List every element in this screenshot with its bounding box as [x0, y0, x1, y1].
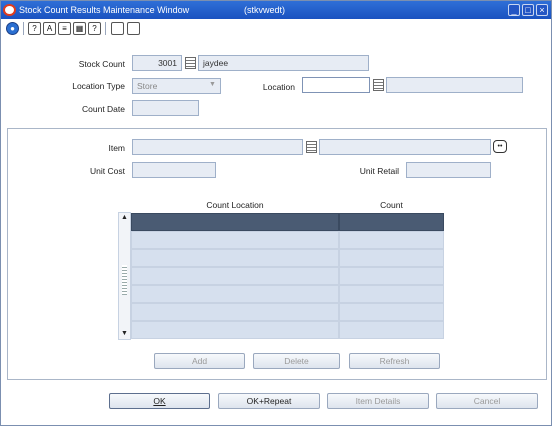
- item-desc-field: [319, 139, 491, 155]
- table-row[interactable]: [131, 285, 444, 303]
- count-cell[interactable]: [339, 285, 444, 303]
- location-type-label: Location Type: [72, 81, 125, 91]
- close-icon[interactable]: ×: [536, 4, 548, 16]
- refresh-button[interactable]: Refresh: [349, 353, 440, 369]
- stock-count-results-window: Stock Count Results Maintenance Window (…: [0, 0, 552, 426]
- count-location-cell[interactable]: [131, 249, 339, 267]
- location-lov-icon[interactable]: [373, 79, 384, 91]
- column-header-count-location: Count Location: [206, 200, 264, 210]
- ok-repeat-button-label: OK+Repeat: [246, 396, 292, 406]
- unit-retail-field: [406, 162, 491, 178]
- count-location-cell[interactable]: [131, 213, 339, 231]
- stock-count-label: Stock Count: [78, 59, 125, 69]
- minimize-icon[interactable]: _: [508, 4, 520, 16]
- stock-count-field[interactable]: 3001: [132, 55, 182, 71]
- item-details-button[interactable]: Item Details: [327, 393, 429, 409]
- item-field[interactable]: [132, 139, 303, 155]
- delete-button[interactable]: Delete: [253, 353, 340, 369]
- ok-button[interactable]: OK: [109, 393, 210, 409]
- scroll-grip[interactable]: [122, 265, 127, 295]
- maximize-icon[interactable]: □: [522, 4, 534, 16]
- table-row[interactable]: [131, 249, 444, 267]
- add-button[interactable]: Add: [154, 353, 245, 369]
- count-location-cell[interactable]: [131, 321, 339, 339]
- count-cell[interactable]: [339, 303, 444, 321]
- add-button-label: Add: [191, 356, 208, 366]
- ok-button-label: OK: [153, 396, 166, 406]
- count-cell[interactable]: [339, 267, 444, 285]
- count-cell[interactable]: [339, 213, 444, 231]
- ok-repeat-button[interactable]: OK+Repeat: [218, 393, 320, 409]
- title-bar[interactable]: Stock Count Results Maintenance Window (…: [1, 1, 551, 19]
- count-location-cell[interactable]: [131, 267, 339, 285]
- refresh-button-label: Refresh: [379, 356, 410, 366]
- item-lov-icon[interactable]: [306, 141, 317, 153]
- item-label: Item: [108, 143, 125, 153]
- location-desc-field: [386, 77, 523, 93]
- toolbar: ● ? A ≡ ▦ ?: [1, 19, 551, 38]
- window-title: Stock Count Results Maintenance Window: [19, 5, 190, 15]
- table-row[interactable]: [131, 231, 444, 249]
- comment-icon[interactable]: ••: [493, 140, 507, 153]
- window-id: (stkvwedt): [244, 5, 286, 15]
- item-details-button-label: Item Details: [355, 396, 401, 406]
- location-field[interactable]: [302, 77, 370, 93]
- table-row[interactable]: [131, 303, 444, 321]
- stock-count-lov-icon[interactable]: [185, 57, 196, 69]
- grid-scrollbar[interactable]: ▲ ▼: [118, 212, 131, 340]
- calendar-icon[interactable]: ▦: [73, 22, 86, 35]
- count-cell[interactable]: [339, 249, 444, 267]
- unit-cost-field: [132, 162, 216, 178]
- unit-cost-label: Unit Cost: [90, 166, 125, 176]
- help-icon[interactable]: ?: [28, 22, 41, 35]
- delete-button-label: Delete: [284, 356, 309, 366]
- cancel-button[interactable]: Cancel: [436, 393, 538, 409]
- count-location-cell[interactable]: [131, 303, 339, 321]
- notes-icon[interactable]: ≡: [58, 22, 71, 35]
- about-icon[interactable]: ?: [88, 22, 101, 35]
- scroll-down-icon[interactable]: ▼: [119, 329, 130, 339]
- count-date-label: Count Date: [82, 104, 125, 114]
- table-row[interactable]: [131, 267, 444, 285]
- scroll-up-icon[interactable]: ▲: [119, 213, 130, 223]
- oracle-app-icon: [3, 4, 16, 16]
- column-header-count: Count: [380, 200, 403, 210]
- count-date-field[interactable]: [132, 100, 199, 116]
- location-label: Location: [262, 82, 295, 92]
- count-location-cell[interactable]: [131, 231, 339, 249]
- table-row[interactable]: [131, 213, 444, 231]
- toolbar-separator: [105, 22, 106, 35]
- toolbar-separator: [23, 22, 24, 35]
- unit-retail-label: Unit Retail: [359, 166, 399, 176]
- open-record-icon[interactable]: [127, 22, 140, 35]
- cancel-button-label: Cancel: [473, 396, 501, 406]
- stock-count-desc-field: jaydee: [198, 55, 369, 71]
- count-cell[interactable]: [339, 231, 444, 249]
- chevron-down-icon[interactable]: ▼: [208, 80, 217, 90]
- table-row[interactable]: [131, 321, 444, 339]
- spell-icon[interactable]: A: [43, 22, 56, 35]
- globe-icon[interactable]: ●: [6, 22, 19, 35]
- count-cell[interactable]: [339, 321, 444, 339]
- new-record-icon[interactable]: [111, 22, 124, 35]
- count-location-cell[interactable]: [131, 285, 339, 303]
